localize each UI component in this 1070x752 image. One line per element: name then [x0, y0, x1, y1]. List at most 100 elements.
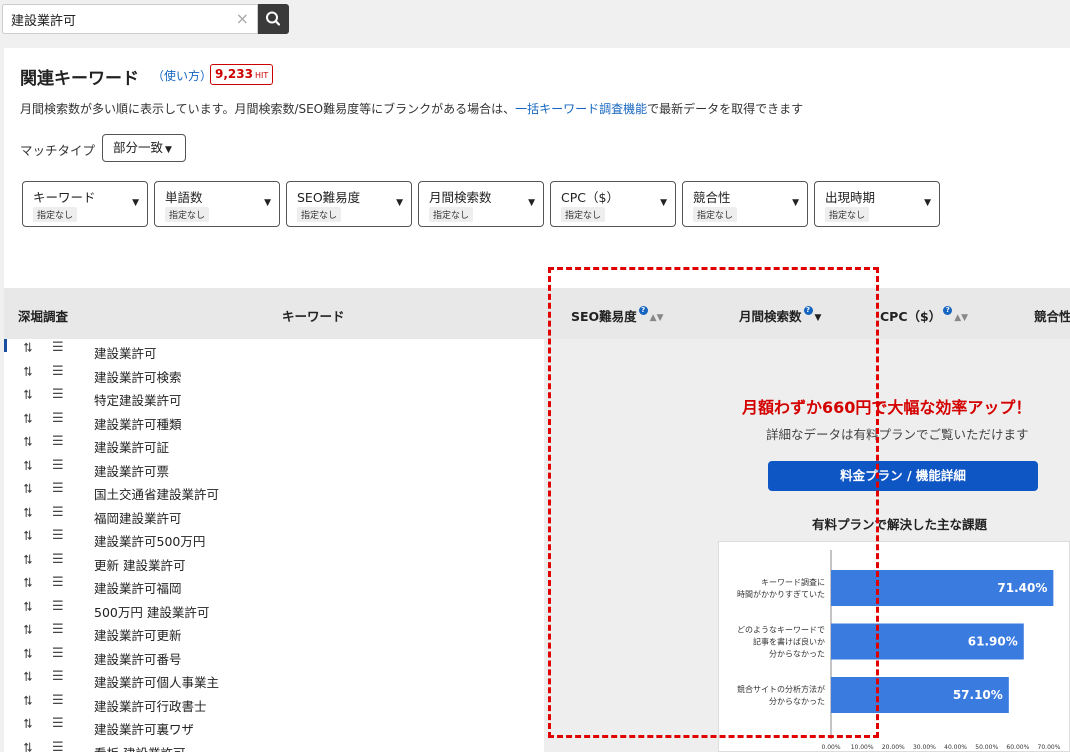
filter-competition[interactable]: 競合性 指定なし ▼ — [682, 181, 808, 227]
col-seo-difficulty[interactable]: SEO難易度 ?▲▼ — [571, 306, 664, 325]
keyword-cell[interactable]: 建設業許可検索 — [94, 367, 182, 386]
deep-research-icon[interactable]: ⮁ — [22, 365, 32, 380]
match-type-value: 部分一致 — [113, 140, 164, 155]
filter-chip: 指定なし — [165, 207, 210, 222]
chart-category-label: 分からなかった — [769, 697, 825, 706]
keyword-cell[interactable]: 建設業許可票 — [94, 461, 169, 480]
keyword-cell[interactable]: 建設業許可個人事業主 — [94, 672, 219, 691]
hit-count-badge: 9,233 HIT — [210, 64, 274, 85]
filter-monthly-volume[interactable]: 月間検索数 指定なし ▼ — [418, 181, 544, 227]
filter-cpc[interactable]: CPC（$） 指定なし ▼ — [550, 181, 676, 227]
menu-icon[interactable]: ☰ — [52, 481, 64, 496]
caret-down-icon: ▼ — [792, 198, 799, 208]
menu-icon[interactable]: ☰ — [52, 599, 64, 614]
filter-label: 単語数 — [165, 190, 203, 205]
keyword-cell[interactable]: 建設業許可更新 — [94, 625, 182, 644]
help-icon[interactable]: ? — [943, 306, 953, 315]
match-type-select[interactable]: 部分一致 ▼ — [102, 134, 186, 162]
keyword-cell[interactable]: 更新 建設業許可 — [94, 555, 185, 574]
description: 月間検索数が多い順に表示しています。月間検索数/SEO難易度等にブランクがある場… — [20, 100, 803, 117]
menu-icon[interactable]: ☰ — [52, 552, 64, 567]
sort-icon[interactable]: ▲▼ — [954, 313, 968, 323]
keyword-cell[interactable]: 建設業許可500万円 — [94, 531, 205, 550]
filter-label: 月間検索数 — [429, 190, 492, 205]
table-row: ⮁ ☰ 建設業許可裏ワザ — [4, 715, 544, 739]
table-row: ⮁ ☰ 建設業許可票 — [4, 457, 544, 481]
menu-icon[interactable]: ☰ — [52, 434, 64, 449]
table-row: ⮁ ☰ 建設業許可証 — [4, 433, 544, 457]
menu-icon[interactable]: ☰ — [52, 458, 64, 473]
pricing-plan-button[interactable]: 料金プラン / 機能詳細 — [768, 461, 1038, 491]
keyword-cell[interactable]: 特定建設業許可 — [94, 390, 182, 409]
keyword-cell[interactable]: 建設業許可行政書士 — [94, 696, 207, 715]
bulk-keyword-link[interactable]: 一括キーワード調査機能 — [515, 102, 647, 116]
howto-link[interactable]: （使い方） — [152, 67, 212, 84]
clear-icon[interactable]: × — [236, 10, 249, 28]
col-cpc[interactable]: CPC（$） ?▲▼ — [880, 306, 968, 325]
menu-icon[interactable]: ☰ — [52, 387, 64, 402]
filter-word-count[interactable]: 単語数 指定なし ▼ — [154, 181, 280, 227]
menu-icon[interactable]: ☰ — [52, 669, 64, 684]
deep-research-icon[interactable]: ⮁ — [22, 576, 32, 591]
chart-category-label: 記事を書けば良いか — [753, 637, 825, 647]
keyword-cell[interactable]: 建設業許可 — [94, 343, 157, 362]
deep-research-icon[interactable]: ⮁ — [22, 388, 32, 403]
filter-label: キーワード — [33, 190, 96, 205]
menu-icon[interactable]: ☰ — [52, 716, 64, 731]
chart-tick-label: 10.00% — [851, 744, 874, 751]
deep-research-icon[interactable]: ⮁ — [22, 412, 32, 427]
menu-icon[interactable]: ☰ — [52, 505, 64, 520]
deep-research-icon[interactable]: ⮁ — [22, 482, 32, 497]
menu-icon[interactable]: ☰ — [52, 693, 64, 708]
menu-icon[interactable]: ☰ — [52, 646, 64, 661]
keyword-cell[interactable]: 建設業許可種類 — [94, 414, 182, 433]
chart-data-label: 71.40% — [997, 581, 1047, 595]
deep-research-icon[interactable]: ⮁ — [22, 647, 32, 662]
sort-desc-icon[interactable]: ▼ — [815, 313, 822, 323]
survey-chart: 71.40% キーワード調査に 時間がかかりすぎていた 61.90% どのようなキーワー… — [718, 541, 1070, 752]
filter-seo-difficulty[interactable]: SEO難易度 指定なし ▼ — [286, 181, 412, 227]
sort-icon[interactable]: ▲▼ — [650, 313, 664, 323]
deep-research-icon[interactable]: ⮁ — [22, 623, 32, 638]
filter-appearance-period[interactable]: 出現時期 指定なし ▼ — [814, 181, 940, 227]
help-icon[interactable]: ? — [803, 306, 813, 315]
menu-icon[interactable]: ☰ — [52, 622, 64, 637]
keyword-cell[interactable]: 国土交通省建設業許可 — [94, 484, 219, 503]
col-monthly-volume[interactable]: 月間検索数 ?▼ — [739, 306, 821, 325]
menu-icon[interactable]: ☰ — [52, 364, 64, 379]
col-competition[interactable]: 競合性 — [1034, 306, 1070, 325]
keyword-cell[interactable]: 建設業許可番号 — [94, 649, 182, 668]
deep-research-icon[interactable]: ⮁ — [22, 529, 32, 544]
search-button[interactable] — [258, 4, 289, 34]
keyword-cell[interactable]: 看板 建設業許可 — [94, 743, 185, 752]
deep-research-icon[interactable]: ⮁ — [22, 600, 32, 615]
keyword-cell[interactable]: 建設業許可証 — [94, 437, 169, 456]
keyword-cell[interactable]: 500万円 建設業許可 — [94, 602, 209, 621]
deep-research-icon[interactable]: ⮁ — [22, 694, 32, 709]
deep-research-icon[interactable]: ⮁ — [22, 459, 32, 474]
menu-icon[interactable]: ☰ — [52, 411, 64, 426]
deep-research-icon[interactable]: ⮁ — [22, 506, 32, 521]
keyword-cell[interactable]: 建設業許可裏ワザ — [94, 719, 194, 738]
deep-research-icon[interactable]: ⮁ — [22, 717, 32, 732]
menu-icon[interactable]: ☰ — [52, 575, 64, 590]
menu-icon[interactable]: ☰ — [52, 740, 64, 752]
table-row: ⮁ ☰ 特定建設業許可 — [4, 386, 544, 410]
table-row: ⮁ ☰ 看板 建設業許可 — [4, 739, 544, 752]
menu-icon[interactable]: ☰ — [52, 528, 64, 543]
filter-keyword[interactable]: キーワード 指定なし ▼ — [22, 181, 148, 227]
chart-data-label: 57.10% — [953, 688, 1003, 702]
help-icon[interactable]: ? — [638, 306, 648, 315]
search-input[interactable] — [3, 5, 223, 33]
menu-icon[interactable]: ☰ — [52, 340, 64, 355]
keyword-cell[interactable]: 建設業許可福岡 — [94, 578, 182, 597]
deep-research-icon[interactable]: ⮁ — [22, 741, 32, 752]
filter-chip: 指定なし — [297, 207, 342, 222]
keyword-cell[interactable]: 福岡建設業許可 — [94, 508, 182, 527]
deep-research-icon[interactable]: ⮁ — [22, 435, 32, 450]
deep-research-icon[interactable]: ⮁ — [22, 341, 32, 356]
caret-down-icon: ▼ — [264, 198, 271, 208]
deep-research-icon[interactable]: ⮁ — [22, 553, 32, 568]
hit-count: 9,233 — [215, 67, 253, 81]
deep-research-icon[interactable]: ⮁ — [22, 670, 32, 685]
